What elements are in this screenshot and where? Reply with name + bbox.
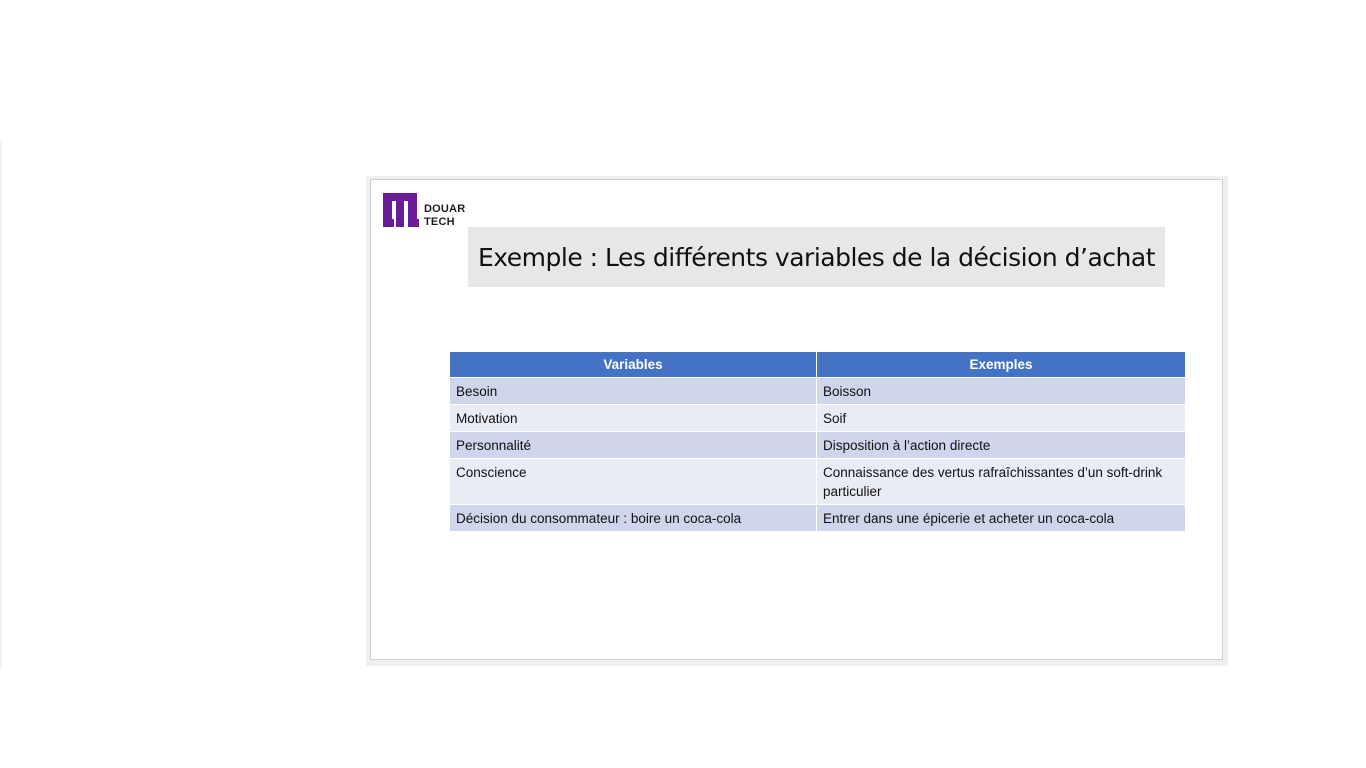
table-header-row: Variables Exemples [449, 351, 1186, 378]
table-row: Personnalité Disposition à l’action dire… [449, 431, 1186, 459]
logo-line-2: TECH [424, 216, 455, 228]
slide-title: Exemple : Les différents variables de la… [477, 242, 1156, 272]
slide-title-box[interactable]: Exemple : Les différents variables de la… [468, 227, 1165, 287]
table-header-variables: Variables [449, 351, 817, 378]
window-left-edge [0, 140, 2, 670]
table-row: Conscience Connaissance des vertus rafra… [449, 458, 1186, 505]
table-cell-exemple: Soif [816, 404, 1186, 432]
table-cell-variable: Besoin [449, 377, 817, 405]
table-cell-variable: Conscience [449, 458, 817, 505]
presentation-viewport: DOUAR TECH Exemple : Les différents vari… [0, 0, 1366, 768]
slide[interactable]: DOUAR TECH Exemple : Les différents vari… [370, 179, 1223, 660]
table-row: Motivation Soif [449, 404, 1186, 432]
table-header-exemples: Exemples [816, 351, 1186, 378]
table-row: Besoin Boisson [449, 377, 1186, 405]
table-cell-exemple: Entrer dans une épicerie et acheter un c… [816, 504, 1186, 532]
logo-wordmark: DOUAR TECH [424, 203, 465, 229]
table-cell-variable: Motivation [449, 404, 817, 432]
table-cell-exemple: Boisson [816, 377, 1186, 405]
variables-table[interactable]: Variables Exemples Besoin Boisson Motiva… [449, 351, 1186, 532]
table-cell-exemple: Disposition à l’action directe [816, 431, 1186, 459]
logo-line-1: DOUAR [424, 203, 466, 215]
douar-tech-logo: DOUAR TECH [382, 191, 482, 231]
table-cell-exemple: Connaissance des vertus rafraîchissantes… [816, 458, 1186, 505]
table-row: Décision du consommateur : boire un coca… [449, 504, 1186, 532]
table-cell-variable: Personnalité [449, 431, 817, 459]
douar-tech-logo-icon [383, 193, 419, 227]
table-cell-variable: Décision du consommateur : boire un coca… [449, 504, 817, 532]
